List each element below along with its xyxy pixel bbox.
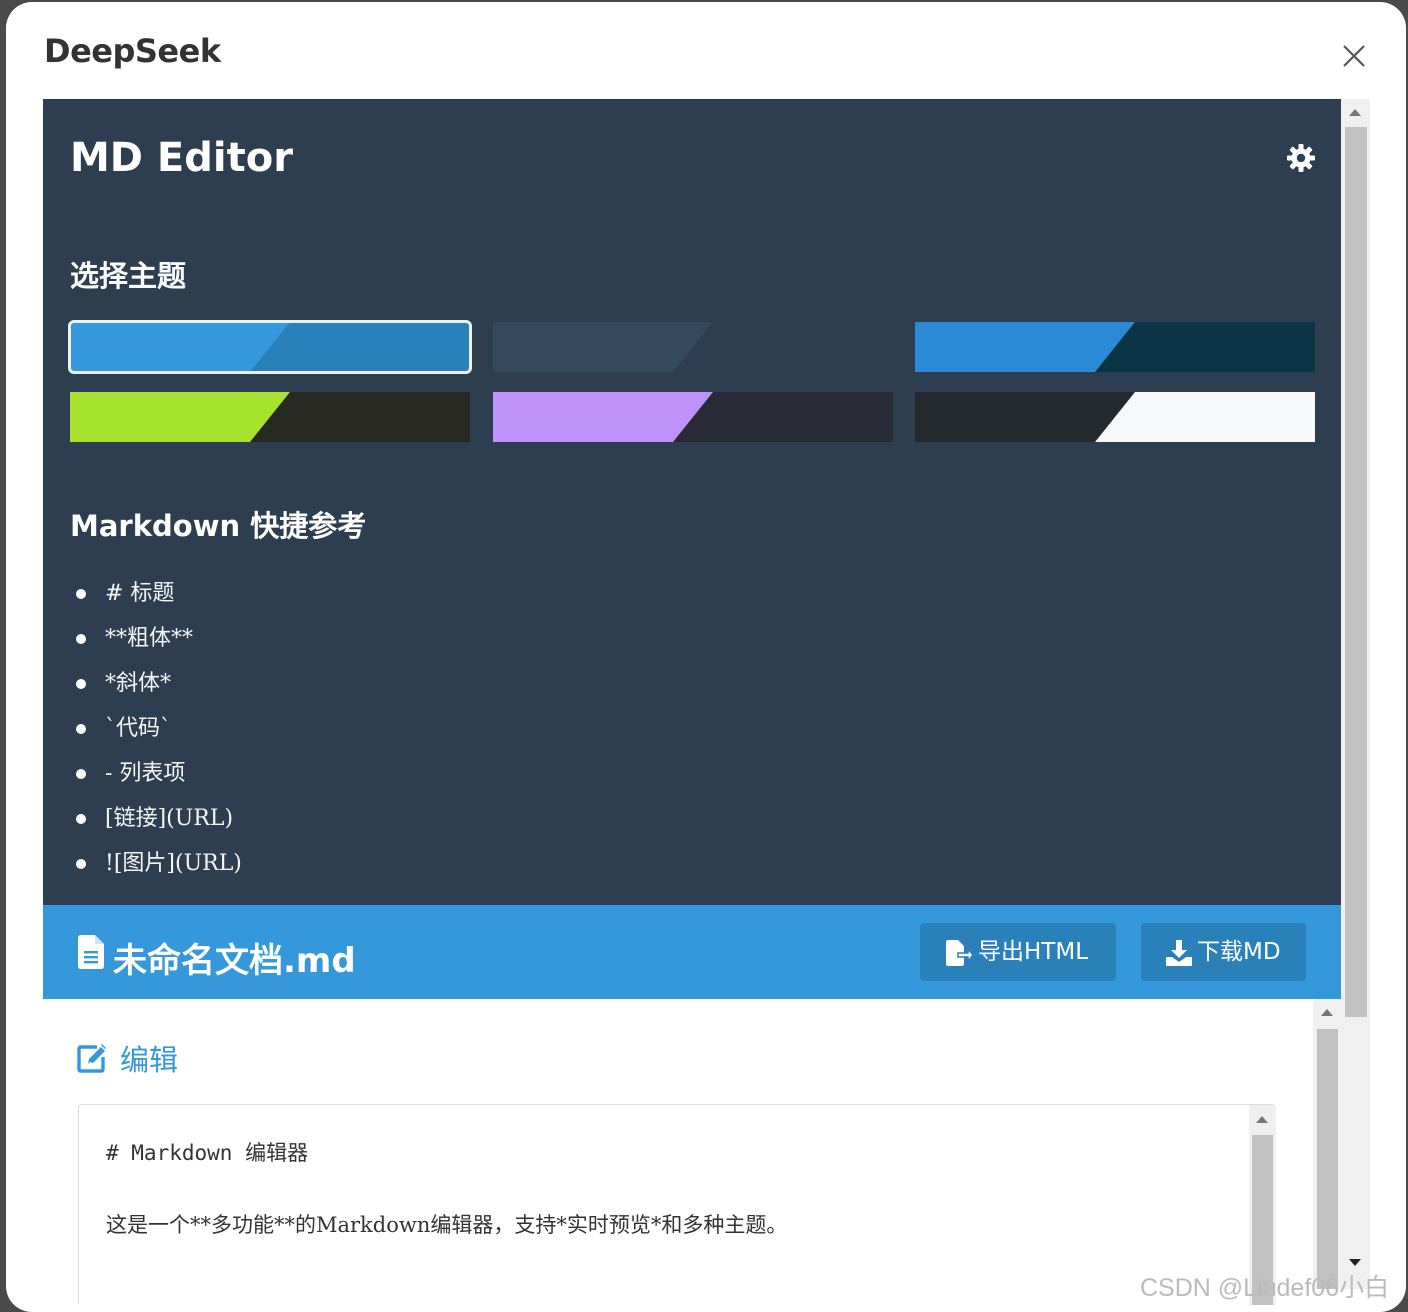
- theme-option-light[interactable]: [915, 392, 1315, 442]
- scroll-up-icon[interactable]: [1321, 1009, 1333, 1016]
- export-html-button[interactable]: 导出HTML: [920, 923, 1116, 981]
- list-item: - 列表项: [70, 751, 242, 796]
- file-export-icon: [946, 940, 972, 966]
- list-item: # 标题: [70, 571, 242, 616]
- editor-line: 这是一个**多功能**的Markdown编辑器，支持*实时预览*和多种主题。: [106, 1213, 788, 1237]
- close-icon[interactable]: [1340, 42, 1368, 70]
- dialog-window: DeepSeek MD Editor 选择主题 Markdown 快捷参考 # …: [6, 2, 1406, 1312]
- dialog-title: DeepSeek: [44, 32, 221, 70]
- theme-option-ocean[interactable]: [915, 322, 1315, 372]
- reference-list: # 标题 **粗体** *斜体* `代码` - 列表项 [链接](URL) ![…: [70, 571, 242, 886]
- editor-label: 编辑: [120, 1043, 179, 1077]
- editor-pane-scrollbar[interactable]: [1313, 999, 1341, 1289]
- sidebar: MD Editor 选择主题 Markdown 快捷参考 # 标题 **粗体**…: [43, 99, 1341, 905]
- theme-section-title: 选择主题: [70, 259, 187, 293]
- download-icon: [1166, 940, 1192, 966]
- download-md-button[interactable]: 下载MD: [1141, 923, 1306, 981]
- edit-icon: [77, 1044, 106, 1073]
- download-md-label: 下载MD: [1197, 939, 1281, 965]
- theme-option-lime[interactable]: [70, 392, 470, 442]
- document-filename: 未命名文档.md: [113, 941, 356, 981]
- editor-line: # Markdown 编辑器: [106, 1141, 309, 1165]
- app-title: MD Editor: [70, 135, 293, 181]
- export-html-label: 导出HTML: [978, 939, 1089, 965]
- file-icon: [78, 935, 104, 969]
- page-scrollbar[interactable]: [1341, 99, 1370, 1289]
- list-item: ![图片](URL): [70, 841, 242, 886]
- theme-option-dark[interactable]: [493, 322, 893, 372]
- list-item: *斜体*: [70, 661, 242, 706]
- scrollbar-thumb[interactable]: [1317, 1029, 1338, 1289]
- list-item: [链接](URL): [70, 796, 242, 841]
- scroll-up-icon[interactable]: [1256, 1116, 1268, 1123]
- markdown-textarea[interactable]: # Markdown 编辑器 这是一个**多功能**的Markdown编辑器，支…: [78, 1104, 1276, 1305]
- scrollbar-thumb[interactable]: [1345, 127, 1367, 1017]
- scroll-down-icon[interactable]: [1349, 1259, 1361, 1266]
- theme-option-blue[interactable]: [68, 320, 472, 374]
- editor-pane: 编辑 # Markdown 编辑器 这是一个**多功能**的Markdown编辑…: [43, 999, 1341, 1312]
- list-item: **粗体**: [70, 616, 242, 661]
- gear-icon[interactable]: [1286, 143, 1316, 173]
- theme-option-purple[interactable]: [493, 392, 893, 442]
- document-toolbar: 未命名文档.md 导出HTML 下载MD: [43, 905, 1341, 999]
- list-item: `代码`: [70, 706, 242, 751]
- reference-section-title: Markdown 快捷参考: [70, 509, 367, 543]
- watermark: CSDN @Liudef06小白: [1140, 1274, 1390, 1302]
- app-frame: MD Editor 选择主题 Markdown 快捷参考 # 标题 **粗体**…: [43, 99, 1370, 1312]
- scroll-up-icon[interactable]: [1349, 109, 1361, 116]
